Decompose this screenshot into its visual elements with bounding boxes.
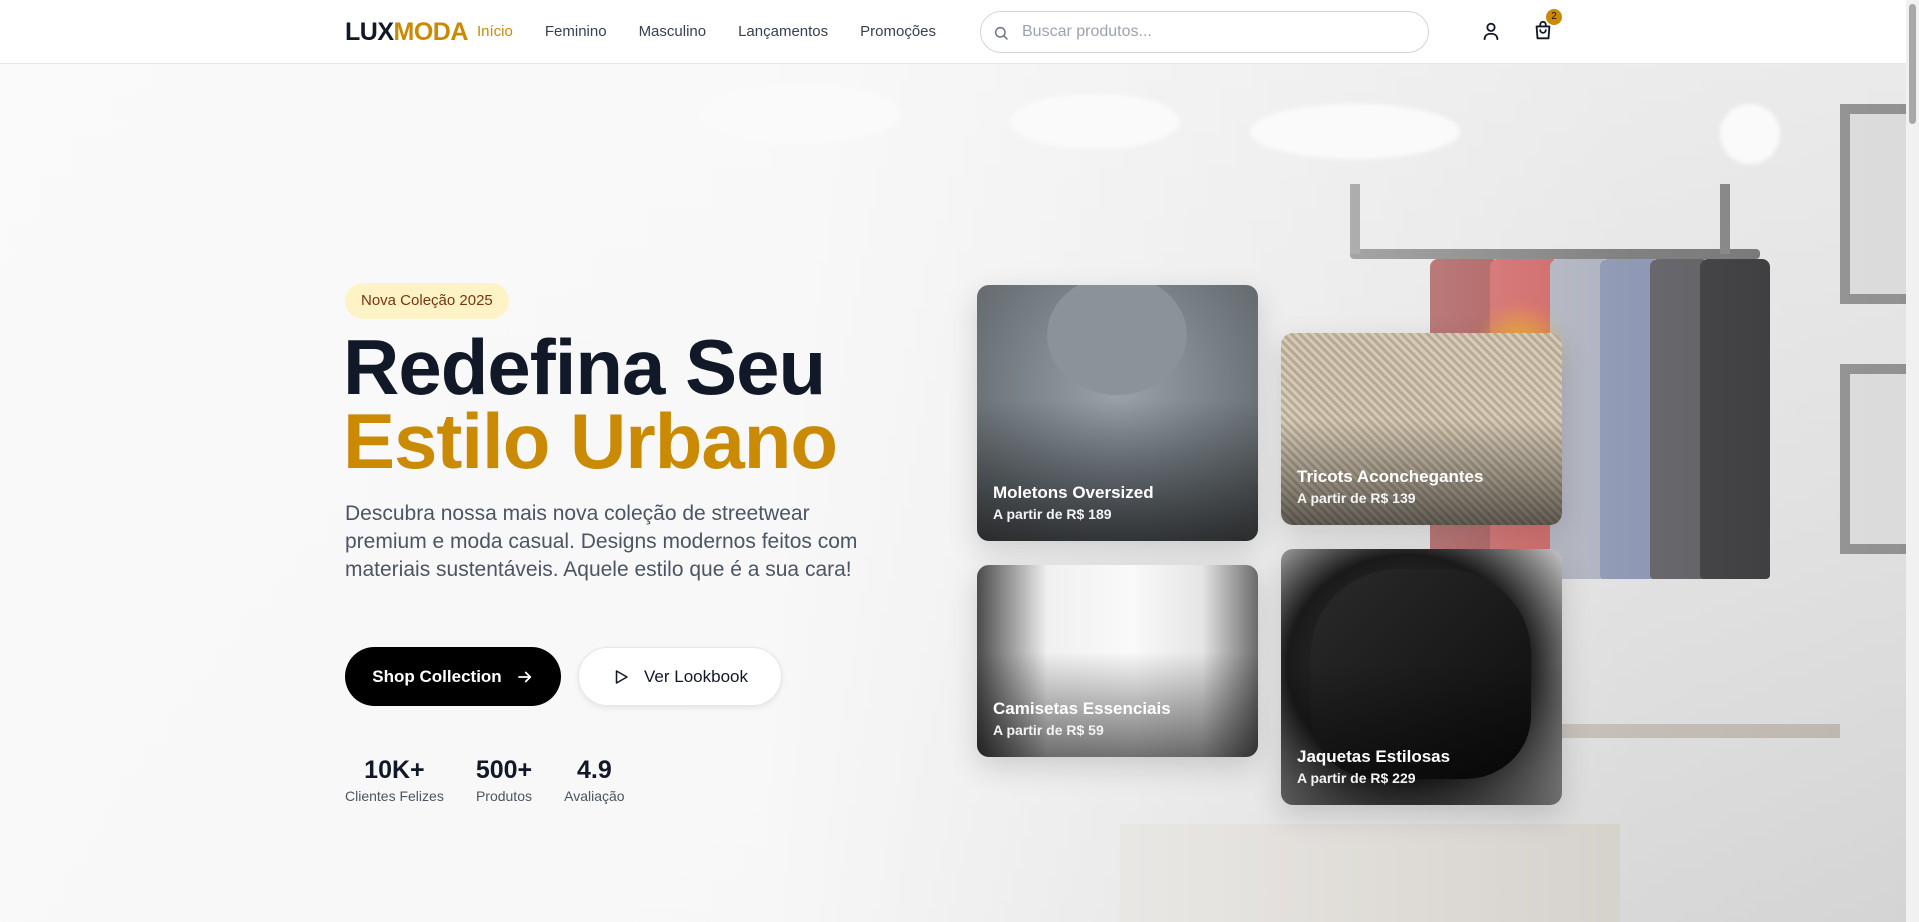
main-nav: Início Feminino Masculino Lançamentos Pr… bbox=[477, 23, 936, 40]
stat-value: 4.9 bbox=[576, 756, 612, 784]
nav-item-promocoes[interactable]: Promoções bbox=[860, 23, 936, 40]
product-price: A partir de R$ 229 bbox=[1297, 770, 1416, 786]
stats-row: 10K+ Clientes Felizes 500+ Produtos 4.9 … bbox=[345, 754, 625, 806]
product-price: A partir de R$ 189 bbox=[993, 506, 1112, 522]
nav-item-feminino[interactable]: Feminino bbox=[545, 23, 607, 40]
product-title: Tricots Aconchegantes bbox=[1297, 467, 1484, 486]
product-card-knits[interactable]: Tricots Aconchegantes A partir de R$ 139 bbox=[1281, 333, 1562, 525]
hero-description: Descubra nossa mais nova coleção de stre… bbox=[345, 502, 858, 581]
cart-count-badge: 2 bbox=[1546, 9, 1562, 25]
nav-item-inicio[interactable]: Início bbox=[477, 23, 513, 40]
arrow-right-icon bbox=[517, 671, 531, 682]
view-lookbook-label: Ver Lookbook bbox=[644, 666, 748, 686]
search-icon bbox=[994, 26, 1008, 40]
stat-label: Clientes Felizes bbox=[345, 788, 444, 804]
user-icon[interactable] bbox=[1480, 20, 1502, 42]
view-lookbook-button[interactable]: Ver Lookbook bbox=[578, 647, 782, 706]
nav-item-masculino[interactable]: Masculino bbox=[639, 23, 707, 40]
stat-label: Avaliação bbox=[564, 788, 625, 804]
product-card-tshirts[interactable]: Camisetas Essenciais A partir de R$ 59 bbox=[977, 565, 1258, 757]
stat-label: Produtos bbox=[475, 788, 532, 804]
play-icon bbox=[615, 669, 628, 684]
stat-value: 500+ bbox=[475, 756, 533, 784]
shop-collection-label: Shop Collection bbox=[372, 666, 502, 686]
product-title: Jaquetas Estilosas bbox=[1297, 747, 1451, 766]
hero-title: Redefina Seu Estilo Urbano bbox=[343, 323, 838, 485]
product-card-jackets[interactable]: Jaquetas Estilosas A partir de R$ 229 bbox=[1281, 549, 1562, 805]
stat-value: 10K+ bbox=[364, 756, 425, 784]
page-scrollbar[interactable] bbox=[1906, 0, 1919, 922]
stat-products: 500+ Produtos bbox=[476, 754, 532, 806]
site-header: LUXMODA Início Feminino Masculino Lançam… bbox=[0, 0, 1919, 64]
hero-background-image bbox=[0, 64, 1919, 922]
new-collection-badge: Nova Coleção 2025 bbox=[345, 283, 509, 319]
product-title: Moletons Oversized bbox=[993, 483, 1154, 502]
shop-collection-button[interactable]: Shop Collection bbox=[345, 647, 561, 706]
brand-logo[interactable]: LUXMODA bbox=[345, 18, 468, 47]
search-bar bbox=[980, 11, 1429, 53]
product-price: A partir de R$ 139 bbox=[1297, 490, 1416, 506]
nav-item-lancamentos[interactable]: Lançamentos bbox=[738, 23, 828, 40]
product-card-hoodies[interactable]: Moletons Oversized A partir de R$ 189 bbox=[977, 285, 1258, 541]
stat-customers: 10K+ Clientes Felizes bbox=[345, 754, 444, 806]
product-title: Camisetas Essenciais bbox=[993, 699, 1171, 718]
hero-title-line1: Redefina Seu bbox=[343, 323, 826, 411]
stat-rating: 4.9 Avaliação bbox=[564, 754, 624, 806]
search-input[interactable] bbox=[1022, 20, 1412, 44]
product-price: A partir de R$ 59 bbox=[993, 722, 1104, 738]
hero-title-line2: Estilo Urbano bbox=[343, 397, 838, 485]
scrollbar-thumb[interactable] bbox=[1909, 4, 1916, 124]
